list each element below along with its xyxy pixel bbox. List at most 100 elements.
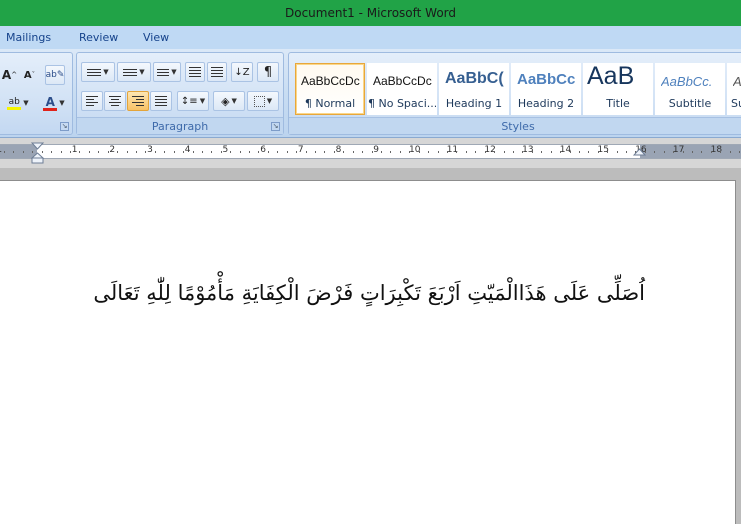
ruler-tick	[305, 151, 307, 153]
paragraph-dialog-launcher[interactable]: ↘	[271, 122, 280, 131]
pilcrow-icon: ¶	[263, 64, 273, 80]
grow-font-button[interactable]: A ^	[1, 65, 18, 85]
ruler-tick	[51, 151, 53, 153]
style-sample: AaBbCcDc	[373, 74, 432, 88]
ruler-tick	[541, 151, 543, 153]
borders-button[interactable]: ▼	[247, 91, 279, 111]
ruler-number: 4	[184, 145, 191, 155]
style-sample: AaBbCc.	[661, 74, 713, 89]
ruler-tick	[277, 151, 279, 153]
style-normal[interactable]: AaBbCcDc ¶ Normal	[295, 63, 365, 115]
ruler-number: 17	[672, 145, 685, 155]
ruler-tick	[399, 151, 401, 153]
ruler-number: 9	[373, 145, 380, 155]
justify-button[interactable]	[150, 91, 172, 111]
ruler-tick	[456, 151, 458, 153]
style-title[interactable]: AaB Title	[583, 62, 653, 115]
ruler-tick	[682, 151, 684, 153]
right-indent-marker[interactable]	[633, 148, 647, 160]
ruler-number: 12	[484, 145, 496, 155]
style-sample: AaB	[587, 62, 635, 90]
style-subtle-emphasis[interactable]: A Su	[727, 63, 741, 115]
window-title: Document1 - Microsoft Word	[284, 6, 457, 20]
tab-mailings[interactable]: Mailings	[6, 31, 51, 44]
ruler-number: 1	[0, 145, 2, 155]
ruler-tick	[710, 151, 712, 153]
decrease-indent-icon	[189, 67, 201, 77]
ruler-tick	[239, 151, 241, 153]
ruler-number: 1	[71, 145, 78, 155]
ribbon: A ^ Aˇ ab✎ ab ▼ A ▼ ↘ ▼ ▼ ▼ ↓Z ¶ ↕≡ ▼ ◈ …	[0, 49, 741, 138]
ruler-tick	[550, 151, 552, 153]
ruler-tick	[588, 151, 590, 153]
style-name: Su	[731, 97, 741, 110]
ruler-tick	[201, 151, 203, 153]
font-color-button[interactable]: A ▼	[39, 93, 69, 113]
sort-button[interactable]: ↓Z	[231, 62, 253, 82]
ruler-tick	[371, 151, 373, 153]
clear-formatting-button[interactable]: ab✎	[45, 65, 65, 85]
document-text[interactable]: اُصَلِّى عَلَى هَذَاالْمَيّتِ اَرْبَعَ ت…	[93, 281, 645, 305]
style-no-spacing[interactable]: AaBbCcDc ¶ No Spaci...	[367, 63, 437, 115]
ruler-tick	[352, 151, 354, 153]
ruler-tick	[390, 151, 392, 153]
styles-group: AaBbCcDc ¶ Normal AaBbCcDc ¶ No Spaci...…	[288, 52, 741, 135]
ruler-tick	[428, 151, 430, 153]
ruler-tick	[418, 151, 420, 153]
ruler-tick	[145, 151, 147, 153]
ruler-tick	[107, 151, 109, 153]
ruler-tick	[258, 151, 260, 153]
font-group: A ^ Aˇ ab✎ ab ▼ A ▼ ↘	[0, 52, 73, 135]
ruler-tick	[475, 151, 477, 153]
ruler-tick	[663, 151, 665, 153]
ruler-tick	[560, 151, 562, 153]
style-name: ¶ Normal	[304, 97, 356, 110]
ruler-tick	[315, 151, 317, 153]
ruler-tick	[13, 151, 15, 153]
style-heading-2[interactable]: AaBbCc Heading 2	[511, 63, 581, 115]
style-sample: AaBbCcDc	[301, 74, 360, 88]
shrink-font-button[interactable]: Aˇ	[21, 65, 38, 85]
ruler-number: 13	[522, 145, 534, 155]
style-heading-1[interactable]: AaBbC( Heading 1	[439, 63, 509, 115]
ruler-tick	[60, 151, 62, 153]
ruler-number: 8	[335, 145, 342, 155]
multilevel-list-button[interactable]: ▼	[153, 62, 181, 82]
horizontal-ruler[interactable]: 1123456789101112131415161718	[0, 144, 741, 159]
align-right-button[interactable]	[127, 91, 149, 111]
highlight-button[interactable]: ab ▼	[1, 93, 35, 113]
style-subtitle[interactable]: AaBbCc. Subtitle	[655, 63, 725, 115]
ruler-tick	[720, 151, 722, 153]
paragraph-group-label: Paragraph	[77, 117, 283, 134]
bullets-button[interactable]: ▼	[81, 62, 115, 82]
ruler-tick	[484, 151, 486, 153]
line-spacing-button[interactable]: ↕≡ ▼	[177, 91, 209, 111]
borders-icon	[253, 95, 265, 107]
left-indent-marker[interactable]	[31, 142, 45, 164]
ruler-tick	[333, 151, 335, 153]
document-page[interactable]: اُصَلِّى عَلَى هَذَاالْمَيّتِ اَرْبَعَ ت…	[0, 180, 736, 524]
ruler-tick	[739, 151, 741, 153]
ruler-tick	[654, 151, 656, 153]
decrease-indent-button[interactable]	[185, 62, 205, 82]
style-name: Heading 1	[445, 97, 503, 110]
ruler-tick	[494, 151, 496, 153]
font-dialog-launcher[interactable]: ↘	[60, 122, 69, 131]
align-right-icon	[132, 96, 144, 106]
ruler-tick	[607, 151, 609, 153]
numbering-button[interactable]: ▼	[117, 62, 151, 82]
multilevel-list-icon	[157, 68, 170, 76]
shading-button[interactable]: ◈ ▼	[213, 91, 245, 111]
align-left-button[interactable]	[81, 91, 103, 111]
ruler-area: 1123456789101112131415161718	[0, 138, 741, 168]
ruler-tick	[286, 151, 288, 153]
increase-indent-button[interactable]	[207, 62, 227, 82]
ruler-number: 2	[109, 145, 116, 155]
ruler-tick	[626, 151, 628, 153]
show-hide-button[interactable]: ¶	[257, 62, 279, 82]
tab-view[interactable]: View	[143, 31, 169, 44]
ruler-tick	[531, 151, 533, 153]
tab-review[interactable]: Review	[79, 31, 118, 44]
align-center-button[interactable]	[104, 91, 126, 111]
ruler-tick	[211, 151, 213, 153]
